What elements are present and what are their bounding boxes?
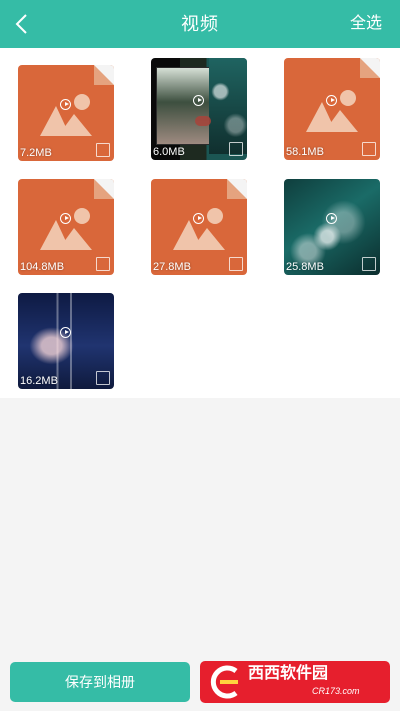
play-icon xyxy=(193,213,204,224)
video-grid: 7.2MB 6.0MB 58.1MB 104.8MB 27.8MB 25.8MB… xyxy=(0,48,400,398)
watermark-text: 西西软件园 xyxy=(248,665,329,682)
play-icon xyxy=(193,95,204,106)
video-item[interactable]: 104.8MB xyxy=(18,179,114,275)
header-bar: 视频 全选 xyxy=(0,0,400,48)
chevron-left-icon xyxy=(15,14,27,34)
select-checkbox[interactable] xyxy=(229,142,243,156)
file-size-label: 58.1MB xyxy=(286,146,324,158)
select-checkbox[interactable] xyxy=(96,257,110,271)
page-fold-decoration xyxy=(94,65,114,85)
play-icon xyxy=(60,327,71,338)
video-item[interactable]: 27.8MB xyxy=(151,179,247,275)
watermark-logo: 西西软件园 CR173.com xyxy=(200,661,390,703)
page-fold-decoration xyxy=(94,179,114,199)
select-checkbox[interactable] xyxy=(362,257,376,271)
file-size-label: 25.8MB xyxy=(286,261,324,273)
video-item[interactable]: 16.2MB xyxy=(18,293,114,389)
select-checkbox[interactable] xyxy=(362,142,376,156)
file-size-label: 27.8MB xyxy=(153,261,191,273)
app-screen: 视频 全选 7.2MB 6.0MB 58.1MB 104.8MB 27.8MB … xyxy=(0,0,400,711)
page-fold-decoration xyxy=(227,179,247,199)
watermark-subtext: CR173.com xyxy=(312,686,360,696)
select-checkbox[interactable] xyxy=(229,257,243,271)
file-size-label: 104.8MB xyxy=(20,261,65,273)
play-icon xyxy=(60,213,71,224)
save-to-album-button[interactable]: 保存到相册 xyxy=(10,662,190,702)
play-icon xyxy=(326,95,337,106)
back-button[interactable] xyxy=(6,8,38,40)
file-size-label: 7.2MB xyxy=(20,147,52,159)
video-frame-image xyxy=(156,67,210,145)
select-checkbox[interactable] xyxy=(96,371,110,385)
video-frame-image xyxy=(209,58,247,154)
play-icon xyxy=(60,99,71,110)
page-title: 视频 xyxy=(181,14,219,34)
select-checkbox[interactable] xyxy=(96,143,110,157)
play-icon xyxy=(326,213,337,224)
video-item[interactable]: 7.2MB xyxy=(18,65,114,161)
file-size-label: 16.2MB xyxy=(20,375,58,387)
page-fold-decoration xyxy=(360,58,380,78)
file-size-label: 6.0MB xyxy=(153,146,185,158)
logo-icon xyxy=(210,665,238,699)
video-item[interactable]: 25.8MB xyxy=(284,179,380,275)
bottom-bar: 保存到相册 西西软件园 CR173.com xyxy=(0,650,400,711)
video-frame-image xyxy=(195,116,211,126)
video-item[interactable]: 58.1MB xyxy=(284,58,380,160)
select-all-button[interactable]: 全选 xyxy=(350,0,382,48)
video-item[interactable]: 6.0MB xyxy=(151,58,247,160)
